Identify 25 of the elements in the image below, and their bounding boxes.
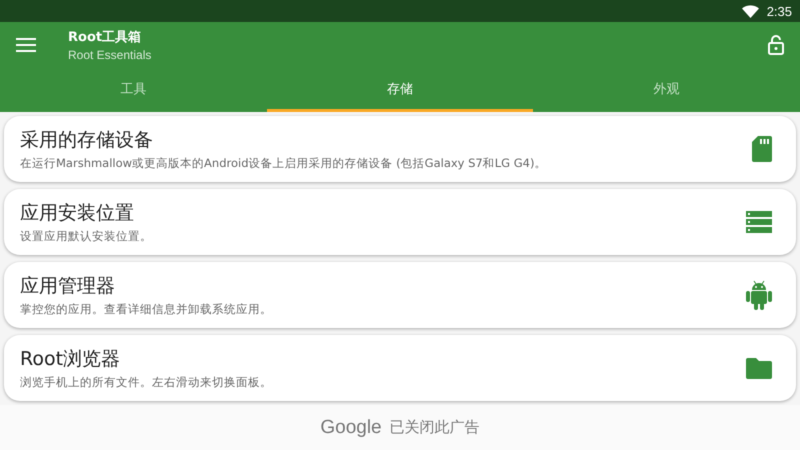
wifi-icon xyxy=(742,4,759,18)
tool-card[interactable]: 应用安装位置 设置应用默认安装位置。 xyxy=(4,189,796,255)
menu-icon[interactable] xyxy=(16,38,36,52)
sd-card-icon xyxy=(752,136,772,162)
tool-card[interactable]: 应用管理器 掌控您的应用。查看详细信息并卸载系统应用。 xyxy=(4,262,796,328)
card-description: 掌控您的应用。查看详细信息并卸载系统应用。 xyxy=(20,302,273,317)
app-subtitle: Root Essentials xyxy=(68,48,152,62)
card-title: 应用管理器 xyxy=(20,274,116,299)
google-wordmark: Google xyxy=(320,416,382,438)
folder-icon xyxy=(746,358,772,378)
card-title: 采用的存储设备 xyxy=(20,128,154,153)
card-description: 在运行Marshmallow或更高版本的Android设备上启用采用的存储设备 (包括Galaxy S7和LG G4)。 xyxy=(20,156,548,171)
app-title: Root工具箱 xyxy=(68,29,142,46)
card-title: Root浏览器 xyxy=(20,347,122,372)
tool-card[interactable]: 采用的存储设备 在运行Marshmallow或更高版本的Android设备上启用采用的存储设备 (包括Galaxy S7和LG G4)。 xyxy=(4,116,796,182)
card-description: 设置应用默认安装位置。 xyxy=(20,229,153,244)
card-title: 应用安装位置 xyxy=(20,201,135,226)
card-description: 浏览手机上的所有文件。左右滑动来切换面板。 xyxy=(20,375,273,390)
status-time: 2:35 xyxy=(766,4,792,18)
android-icon xyxy=(746,280,772,310)
storage-icon xyxy=(746,211,772,233)
tab[interactable]: 存储 xyxy=(266,68,534,112)
tool-card[interactable]: Root浏览器 浏览手机上的所有文件。左右滑动来切换面板。 xyxy=(4,335,796,401)
unlocked-padlock-icon[interactable] xyxy=(768,35,784,55)
ad-closed-message: 已关闭此广告 xyxy=(390,418,480,437)
